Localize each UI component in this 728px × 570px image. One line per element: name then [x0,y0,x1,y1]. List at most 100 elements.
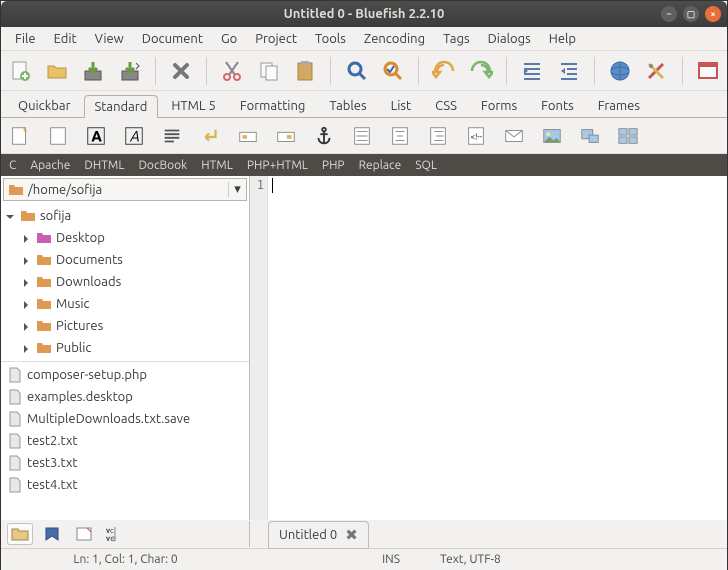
new-file-icon[interactable] [7,57,33,85]
close-tab-icon[interactable]: ✖ [345,526,358,544]
open-file-icon[interactable] [43,57,69,85]
menu-help[interactable]: Help [541,29,584,49]
tab-fonts[interactable]: Fonts [530,94,585,117]
path-selector[interactable]: /home/sofija ▾ [3,178,247,201]
lang-html[interactable]: HTML [201,159,233,172]
dropdown-arrow-icon[interactable]: ▾ [228,182,246,197]
tree-file[interactable]: test2.txt [1,430,249,452]
tab-css[interactable]: CSS [424,94,468,117]
menu-view[interactable]: View [87,29,132,49]
center-icon[interactable] [387,124,413,148]
charset-tab-icon[interactable] [71,523,97,545]
menu-tags[interactable]: Tags [435,29,478,49]
lang-php[interactable]: PHP [322,159,345,172]
quickstart-icon[interactable] [7,124,33,148]
maximize-button[interactable]: ▢ [683,6,699,22]
browser-preview-icon[interactable] [607,57,633,85]
menu-project[interactable]: Project [247,29,305,49]
lang-phphtml[interactable]: PHP+HTML [247,159,308,172]
folder-icon [36,318,52,334]
close-file-icon[interactable] [168,57,194,85]
collapse-icon[interactable] [21,343,32,354]
multi-thumbnail-icon[interactable] [615,124,641,148]
tree-file[interactable]: MultipleDownloads.txt.save [1,408,249,430]
menu-go[interactable]: Go [213,29,245,49]
tab-forms[interactable]: Forms [470,94,528,117]
image-icon[interactable] [539,124,565,148]
redo-icon[interactable] [468,57,494,85]
nbsp2-icon[interactable] [273,124,299,148]
thumbnail-icon[interactable] [577,124,603,148]
lang-sql[interactable]: SQL [415,159,437,172]
fullscreen-icon[interactable] [695,57,721,85]
italic-icon[interactable]: A [121,124,147,148]
paste-icon[interactable] [292,57,318,85]
undo-icon[interactable] [431,57,457,85]
preferences-icon[interactable] [643,57,669,85]
text-cursor [272,178,273,193]
close-button[interactable]: × [705,6,721,22]
anchor-icon[interactable] [311,124,337,148]
menu-file[interactable]: File [7,29,44,49]
collapse-icon[interactable] [21,277,32,288]
tree-folder-pictures[interactable]: Pictures [1,315,249,337]
tree-folder-documents[interactable]: Documents [1,249,249,271]
indent-icon[interactable] [555,57,581,85]
collapse-icon[interactable] [21,299,32,310]
paragraph-icon[interactable] [159,124,185,148]
text-editor[interactable] [268,176,727,520]
collapse-icon[interactable] [21,255,32,266]
collapse-icon[interactable] [21,321,32,332]
find-replace-icon[interactable] [380,57,406,85]
minimize-button[interactable]: – [661,6,677,22]
lang-dhtml[interactable]: DHTML [84,159,124,172]
bookmarks-tab-icon[interactable] [39,523,65,545]
folder-icon [20,208,36,224]
menu-dialogs[interactable]: Dialogs [480,29,539,49]
lang-c[interactable]: C [9,159,16,172]
tab-standard[interactable]: Standard [84,95,159,118]
save-icon[interactable] [80,57,106,85]
cut-icon[interactable] [219,57,245,85]
editor-area[interactable]: 1 [250,176,727,520]
body-icon[interactable] [45,124,71,148]
menu-edit[interactable]: Edit [46,29,85,49]
tab-quickbar[interactable]: Quickbar [7,94,82,117]
nbsp-icon[interactable] [235,124,261,148]
menu-tools[interactable]: Tools [307,29,354,49]
menu-document[interactable]: Document [134,29,211,49]
snippets-tab-icon[interactable]: ∀C∀∈ [103,523,129,545]
tree-folder-music[interactable]: Music [1,293,249,315]
lang-replace[interactable]: Replace [359,159,402,172]
tree-folder-downloads[interactable]: Downloads [1,271,249,293]
lang-docbook[interactable]: DocBook [138,159,187,172]
tree-file[interactable]: test3.txt [1,452,249,474]
tree-root[interactable]: sofija [1,205,249,227]
tab-list[interactable]: List [380,94,423,117]
tab-frames[interactable]: Frames [587,94,651,117]
comment-icon[interactable]: <!-- [463,124,489,148]
tab-html5[interactable]: HTML 5 [160,94,227,117]
rightalign-icon[interactable] [425,124,451,148]
email-icon[interactable] [501,124,527,148]
tree-folder-desktop[interactable]: Desktop [1,227,249,249]
tab-formatting[interactable]: Formatting [229,94,317,117]
menu-zencoding[interactable]: Zencoding [356,29,433,49]
bold-icon[interactable]: A [83,124,109,148]
tree-file[interactable]: test4.txt [1,474,249,496]
tree-folder-public[interactable]: Public [1,337,249,359]
unindent-icon[interactable] [519,57,545,85]
expand-icon[interactable] [5,211,16,222]
collapse-icon[interactable] [21,233,32,244]
find-icon[interactable] [343,57,369,85]
tab-tables[interactable]: Tables [318,94,377,117]
tree-file[interactable]: examples.desktop [1,386,249,408]
save-as-icon[interactable] [116,57,142,85]
hrule-icon[interactable] [349,124,375,148]
document-tab[interactable]: Untitled 0 ✖ [268,521,369,549]
filebrowser-tab-icon[interactable] [7,523,33,545]
tree-file[interactable]: composer-setup.php [1,364,249,386]
break-icon[interactable] [197,124,223,148]
copy-icon[interactable] [256,57,282,85]
lang-apache[interactable]: Apache [30,159,70,172]
